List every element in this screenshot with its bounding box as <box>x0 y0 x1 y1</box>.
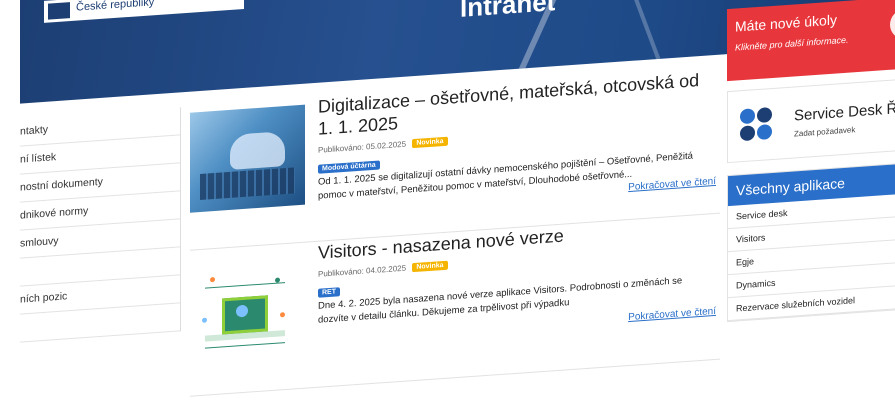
new-badge: Novinka <box>412 260 448 273</box>
article-image[interactable] <box>190 250 305 359</box>
new-badge: Novinka <box>412 136 448 149</box>
page: České republiky Intranet ntakty ní líste… <box>0 0 895 397</box>
news-list: Digitalizace – ošetřovné, mateřská, otco… <box>190 67 720 397</box>
article-meta: Publikováno: 05.02.2025 Novinka <box>318 136 448 155</box>
tasks-title: Máte nové úkoly <box>735 11 837 35</box>
read-more-link[interactable]: Pokračovat ve čtení <box>628 306 716 323</box>
apps-panel: Všechny aplikace Service desk Visitors E… <box>727 162 895 323</box>
category-tag[interactable]: RET <box>318 287 340 298</box>
published-date: Publikováno: 04.02.2025 <box>318 263 407 279</box>
article-meta: Publikováno: 04.02.2025 Novinka <box>318 260 448 279</box>
service-desk-icon <box>740 107 774 143</box>
logo-text: České republiky <box>76 0 155 14</box>
service-desk-card[interactable]: Service Desk ŘL Zadat požadavek <box>727 78 895 164</box>
sidebar: ntakty ní lístek nostní dokumenty dnikov… <box>20 107 181 343</box>
article-image[interactable] <box>190 104 305 213</box>
logo-icon <box>48 2 70 20</box>
published-date: Publikováno: 05.02.2025 <box>318 139 407 155</box>
service-desk-subtitle: Zadat požadavek <box>794 125 856 139</box>
service-desk-title: Service Desk ŘL <box>794 99 895 125</box>
bell-icon <box>890 7 895 40</box>
right-column: Máte nové úkoly Klikněte pro další infor… <box>727 0 895 323</box>
article-title[interactable]: Digitalizace – ošetřovné, mateřská, otco… <box>318 68 718 140</box>
tasks-alert[interactable]: Máte nové úkoly Klikněte pro další infor… <box>727 0 895 82</box>
tasks-subtitle: Klikněte pro další informace. <box>735 34 849 53</box>
logo[interactable]: České republiky <box>44 0 244 23</box>
